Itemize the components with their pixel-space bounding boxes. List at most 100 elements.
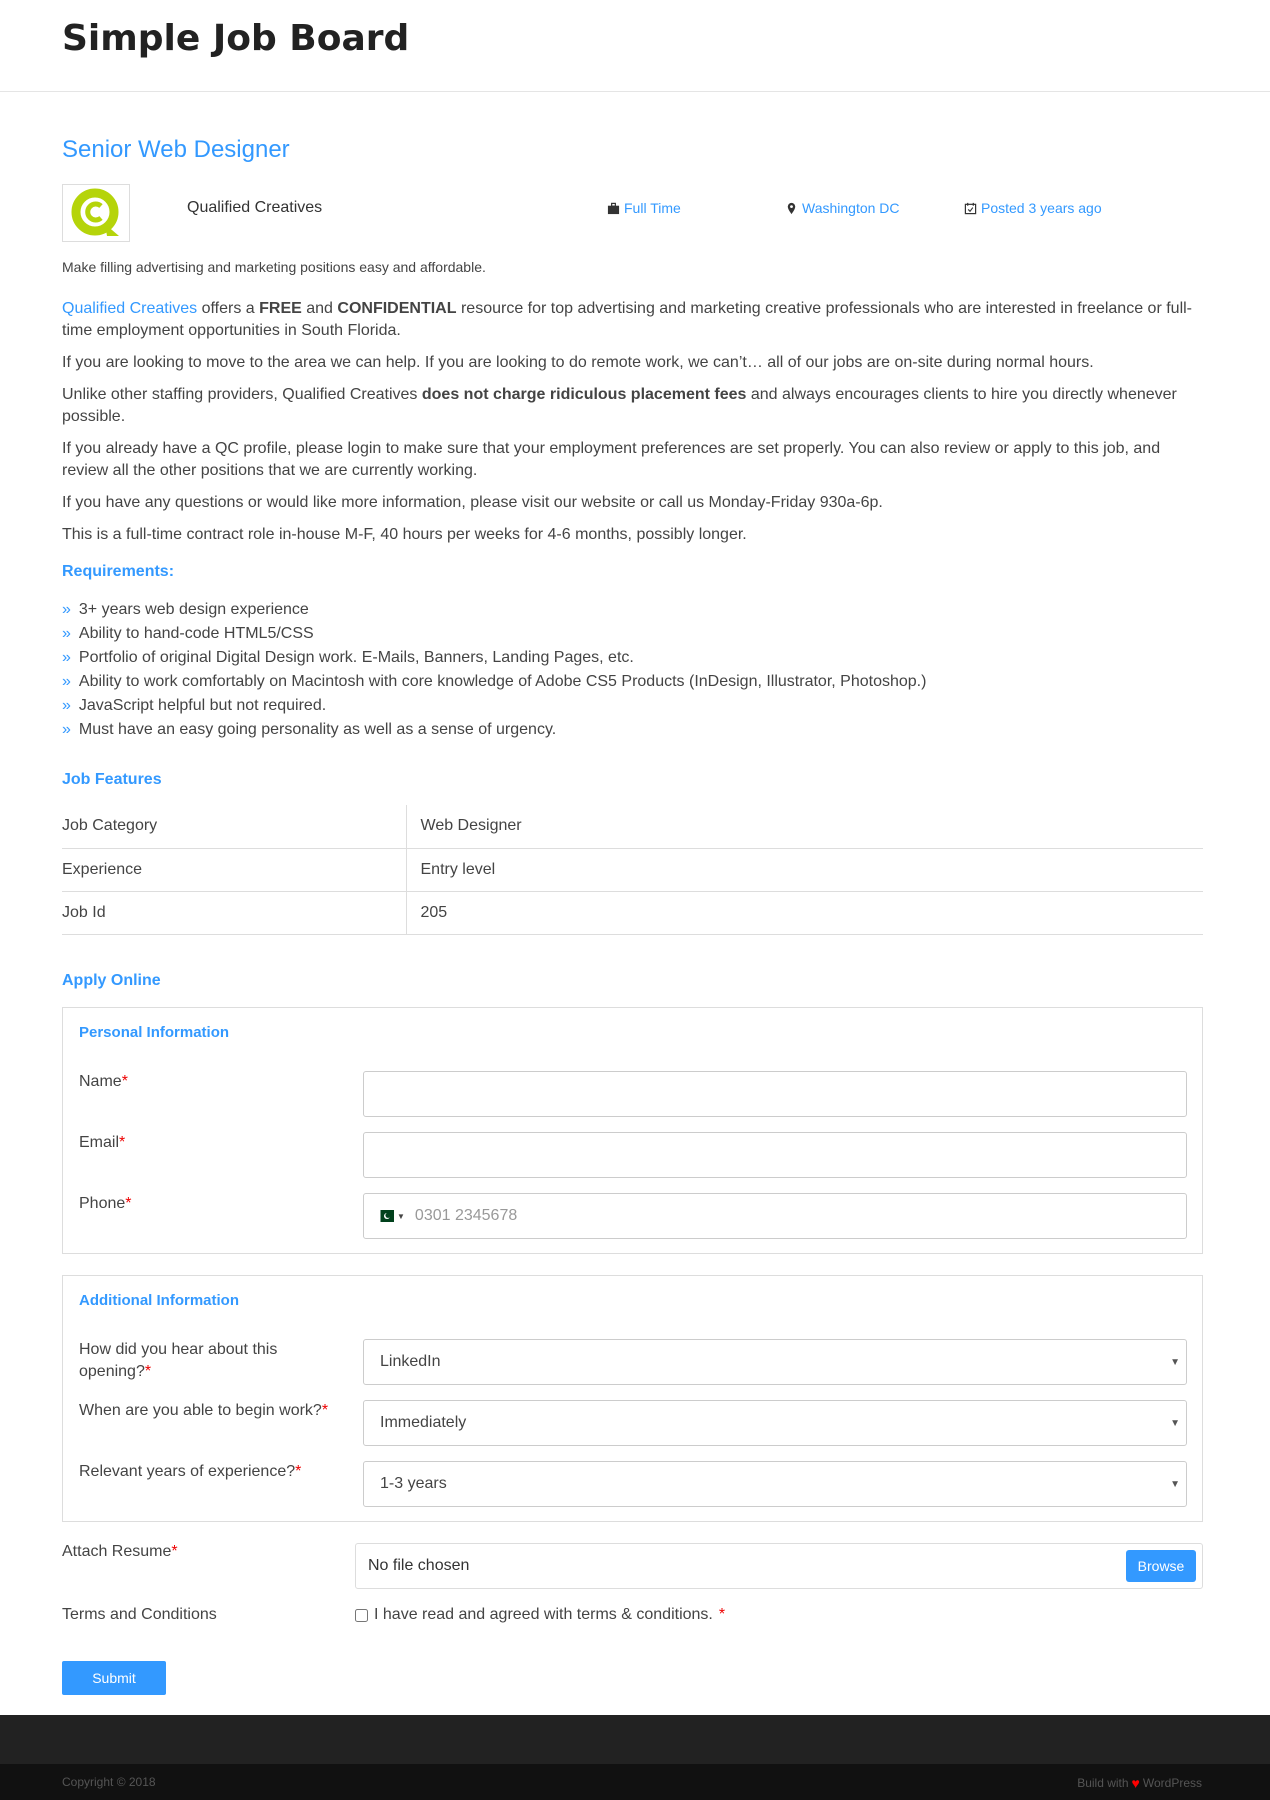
caret-down-icon: ▼	[1170, 1478, 1180, 1490]
feature-key: Experience	[62, 848, 407, 892]
terms-row: I have read and agreed with terms & cond…	[355, 1606, 725, 1624]
company-tagline: Make filling advertising and marketing p…	[62, 259, 486, 275]
feature-value: 205	[406, 891, 1203, 935]
apply-online-heading: Apply Online	[62, 972, 161, 989]
requirements-list: 3+ years web design experience Ability t…	[62, 598, 927, 742]
job-location-label: Washington DC	[802, 200, 900, 216]
text: CONFIDENTIAL	[337, 300, 457, 317]
required-mark: *	[718, 1606, 726, 1623]
feature-value: Entry level	[406, 848, 1203, 892]
text: and	[301, 300, 338, 317]
terms-checkbox[interactable]	[355, 1608, 368, 1622]
text: offers a	[197, 300, 260, 317]
job-type: Full Time	[607, 200, 681, 216]
required-mark: *	[119, 1134, 126, 1151]
job-features-heading: Job Features	[62, 771, 162, 788]
begin-work-select[interactable]: Immediately ▼	[363, 1400, 1187, 1446]
briefcase-icon	[607, 202, 620, 214]
file-status: No file chosen	[368, 1557, 470, 1574]
hear-about-label: How did you hear about this opening?*	[79, 1339, 329, 1383]
company-name: Qualified Creatives	[187, 199, 323, 216]
desc-paragraph: If you are looking to move to the area w…	[62, 354, 1094, 371]
wordpress-link[interactable]: WordPress	[1143, 1776, 1202, 1790]
heart-icon: ♥	[1131, 1775, 1140, 1791]
name-label: Name*	[79, 1071, 329, 1093]
required-mark: *	[125, 1195, 132, 1212]
job-location: Washington DC	[785, 200, 900, 216]
list-item: 3+ years web design experience	[62, 598, 926, 622]
terms-text: I have read and agreed with terms & cond…	[374, 1606, 713, 1623]
text: How did you hear about this opening?	[79, 1341, 278, 1380]
footer-widgets	[0, 1715, 1270, 1764]
browse-button[interactable]: Browse	[1126, 1550, 1196, 1582]
table-row: Job Category Web Designer	[62, 805, 1203, 849]
required-mark: *	[121, 1073, 128, 1090]
text: Build with	[1077, 1776, 1129, 1790]
hear-about-select[interactable]: LinkedIn ▼	[363, 1339, 1187, 1385]
text: FREE	[259, 300, 302, 317]
footer-bar: Copyright © 2018 Build with ♥ WordPress	[0, 1764, 1270, 1800]
begin-work-label: When are you able to begin work?*	[79, 1400, 329, 1422]
job-type-label: Full Time	[624, 200, 681, 216]
job-posted: Posted 3 years ago	[964, 200, 1102, 216]
text: Email	[79, 1134, 120, 1151]
copyright: Copyright © 2018	[62, 1775, 156, 1789]
site-header: Simple Job Board	[0, 0, 1270, 92]
job-posted-label: Posted 3 years ago	[981, 200, 1102, 216]
required-mark: *	[171, 1543, 178, 1560]
table-row: Job Id 205	[62, 891, 1203, 935]
additional-information-section: Additional Information How did you hear …	[62, 1275, 1203, 1522]
resume-file-input[interactable]: No file chosen Browse	[355, 1543, 1203, 1589]
text: Relevant years of experience?	[79, 1463, 296, 1480]
desc-paragraph: Unlike other staffing providers, Qualifi…	[62, 384, 1202, 428]
required-mark: *	[321, 1402, 329, 1419]
job-title: Senior Web Designer	[62, 136, 290, 163]
feature-key: Job Category	[62, 805, 407, 849]
email-input[interactable]	[363, 1132, 1187, 1178]
text: Name	[79, 1073, 122, 1090]
calendar-check-icon	[964, 202, 977, 214]
text: Unlike other staffing providers, Qualifi…	[62, 386, 422, 403]
feature-value: Web Designer	[406, 805, 1203, 849]
list-item: JavaScript helpful but not required.	[62, 694, 926, 718]
email-label: Email*	[79, 1132, 329, 1154]
list-item: Ability to work comfortably on Macintosh…	[62, 670, 927, 694]
section-heading: Personal Information	[79, 1024, 230, 1041]
selected-value: 1-3 years	[380, 1475, 447, 1492]
phone-label: Phone*	[79, 1193, 329, 1215]
text: Attach Resume	[62, 1543, 172, 1560]
selected-value: LinkedIn	[380, 1353, 441, 1370]
phone-input[interactable]: ▼ 0301 2345678	[363, 1193, 1187, 1239]
caret-down-icon: ▼	[1170, 1417, 1180, 1429]
resume-label: Attach Resume*	[62, 1543, 178, 1561]
company-logo	[62, 184, 130, 242]
name-input[interactable]	[363, 1071, 1187, 1117]
chevron-down-icon: ▼	[397, 1211, 405, 1221]
requirements-heading: Requirements:	[62, 563, 175, 580]
personal-information-section: Personal Information Name* Email* Phone*…	[62, 1007, 1203, 1254]
submit-button[interactable]: Submit	[62, 1661, 166, 1695]
selected-value: Immediately	[380, 1414, 467, 1431]
build-credit: Build with ♥ WordPress	[1077, 1775, 1202, 1791]
required-mark: *	[144, 1363, 152, 1380]
job-features-table: Job Category Web Designer Experience Entry…	[62, 805, 1203, 935]
section-heading: Additional Information	[79, 1292, 239, 1309]
terms-label: Terms and Conditions	[62, 1606, 217, 1623]
pk-flag-icon	[376, 1210, 394, 1222]
experience-label: Relevant years of experience?*	[79, 1461, 329, 1483]
text: does not charge ridiculous placement fee…	[421, 386, 747, 403]
caret-down-icon: ▼	[1170, 1356, 1180, 1368]
experience-select[interactable]: 1-3 years ▼	[363, 1461, 1187, 1507]
desc-paragraph: This is a full-time contract role in-hou…	[62, 526, 747, 543]
text: Phone	[79, 1195, 126, 1212]
company-link[interactable]: Qualified Creatives	[62, 300, 197, 317]
desc-paragraph: If you already have a QC profile, please…	[62, 440, 1161, 479]
required-mark: *	[295, 1463, 302, 1480]
list-item: Must have an easy going personality as w…	[62, 718, 926, 742]
desc-paragraph: If you have any questions or would like …	[62, 494, 883, 511]
country-flag-dropdown[interactable]: ▼	[376, 1210, 405, 1222]
table-row: Experience Entry level	[62, 848, 1203, 892]
site-title[interactable]: Simple Job Board	[62, 18, 409, 59]
desc-paragraph: Qualified Creatives offers a FREE and CO…	[62, 298, 1202, 342]
map-marker-icon	[787, 202, 796, 214]
